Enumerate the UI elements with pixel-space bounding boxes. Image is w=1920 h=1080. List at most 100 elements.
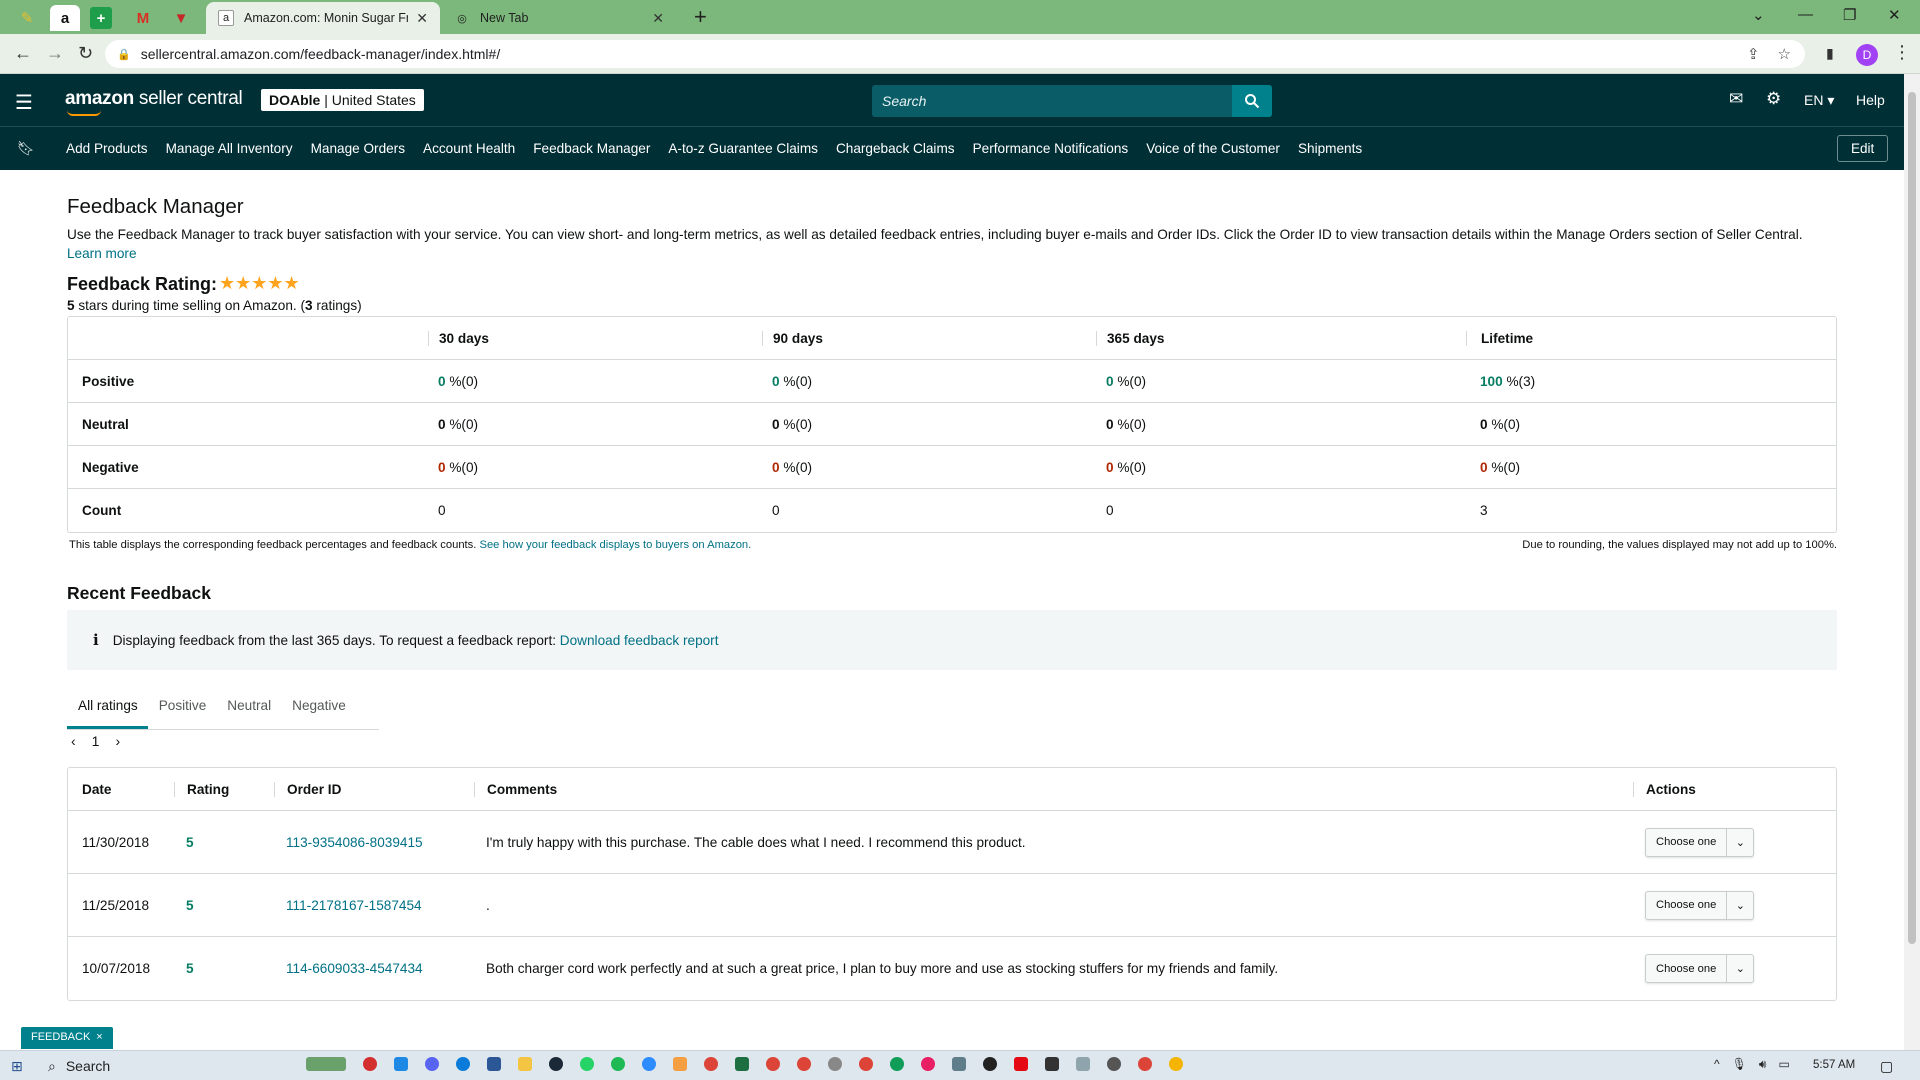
nav-shipments[interactable]: Shipments	[1298, 141, 1362, 156]
tray-expand-icon[interactable]: ^	[1714, 1057, 1720, 1072]
tab-negative[interactable]: Negative	[281, 686, 356, 729]
edge-icon[interactable]	[456, 1057, 470, 1071]
browser-menu-icon[interactable]: ⋮	[1893, 42, 1911, 63]
new-tab-button[interactable]: +	[694, 6, 707, 28]
nav-manage-orders[interactable]: Manage Orders	[311, 141, 405, 156]
nav-performance-notifications[interactable]: Performance Notifications	[973, 141, 1129, 156]
chrome-icon[interactable]	[1169, 1057, 1183, 1071]
whatsapp-icon[interactable]	[580, 1057, 594, 1071]
pinned-tab-amazon-icon[interactable]: a	[50, 5, 80, 31]
next-page-icon[interactable]: ›	[115, 733, 120, 749]
language-selector[interactable]: EN ▾	[1804, 92, 1834, 109]
col-date[interactable]: Date	[68, 782, 174, 797]
feedback-widget-button[interactable]: FEEDBACK ×	[21, 1027, 113, 1049]
taskbar-search[interactable]: ⌕ Search	[40, 1054, 294, 1078]
back-button[interactable]: ←	[14, 43, 32, 64]
battery-icon[interactable]: ▭	[1778, 1057, 1789, 1072]
nav-chargeback-claims[interactable]: Chargeback Claims	[836, 141, 955, 156]
pinned-tab-gmail-icon[interactable]: M	[128, 5, 158, 31]
col-order-id[interactable]: Order ID	[274, 781, 474, 797]
profile-avatar[interactable]: D	[1856, 44, 1878, 66]
feedback-display-link[interactable]: See how your feedback displays to buyers…	[479, 539, 751, 551]
notification-icon[interactable]: ▢	[1880, 1058, 1893, 1075]
prev-page-icon[interactable]: ‹	[71, 733, 76, 749]
page-scrollbar[interactable]	[1904, 74, 1920, 1050]
action-dropdown[interactable]: Choose one ⌄	[1645, 827, 1755, 857]
bookmark-star-icon[interactable]: ☆	[1778, 45, 1791, 63]
calculator-icon[interactable]	[952, 1057, 966, 1071]
search-input[interactable]: Search	[872, 85, 1232, 117]
tab-search-chevron-icon[interactable]: ⌄	[1752, 6, 1765, 24]
steam-icon[interactable]	[549, 1057, 563, 1071]
discord-icon[interactable]	[425, 1057, 439, 1071]
file-explorer-icon[interactable]	[518, 1057, 532, 1071]
close-tab-icon[interactable]: ✕	[416, 10, 428, 27]
windows-start-icon[interactable]: ⊞	[11, 1058, 23, 1075]
close-tab-icon[interactable]: ✕	[652, 10, 664, 27]
col-rating[interactable]: Rating	[174, 781, 274, 797]
volume-icon[interactable]: 🔊︎	[1759, 1057, 1767, 1072]
nav-feedback-manager[interactable]: Feedback Manager	[533, 141, 650, 156]
chrome-icon[interactable]	[766, 1057, 780, 1071]
action-dropdown[interactable]: Choose one ⌄	[1645, 954, 1755, 983]
tab-new-tab[interactable]: ◎ New Tab ✕	[442, 2, 676, 34]
reload-button[interactable]: ↻	[78, 43, 93, 64]
app-icon[interactable]	[1045, 1057, 1059, 1071]
mail-app-icon[interactable]	[394, 1057, 408, 1071]
app-icon[interactable]	[363, 1057, 377, 1071]
close-window-button[interactable]: ✕	[1888, 6, 1901, 24]
forward-button[interactable]: →	[46, 43, 64, 64]
search-bar[interactable]: Search	[872, 85, 1272, 117]
microphone-icon[interactable]: 🎙︎	[1732, 1057, 1747, 1072]
chrome-icon[interactable]	[704, 1057, 718, 1071]
restore-button[interactable]: ❐	[1843, 6, 1856, 24]
tab-amazon[interactable]: a Amazon.com: Monin Sugar Free ✕	[206, 2, 440, 34]
help-link[interactable]: Help	[1856, 92, 1885, 108]
nav-a-to-z-claims[interactable]: A-to-z Guarantee Claims	[668, 141, 818, 156]
tab-neutral[interactable]: Neutral	[216, 686, 281, 729]
notepad-icon[interactable]	[1076, 1057, 1090, 1071]
hamburger-menu-icon[interactable]: ☰	[15, 90, 33, 115]
close-icon[interactable]: ×	[96, 1031, 102, 1045]
gear-icon[interactable]: ⚙	[1766, 89, 1781, 109]
chrome-icon[interactable]	[1138, 1057, 1152, 1071]
tab-all-ratings[interactable]: All ratings	[67, 686, 148, 729]
side-panel-icon[interactable]: ▮	[1826, 45, 1834, 62]
order-id-link[interactable]: 111-2178167-1587454	[286, 898, 422, 913]
search-button[interactable]	[1232, 85, 1272, 117]
nav-manage-all-inventory[interactable]: Manage All Inventory	[166, 141, 293, 156]
pinned-tab-sheets-icon[interactable]: +	[90, 7, 112, 29]
store-switcher[interactable]: DOAble | United States	[261, 89, 424, 111]
scrollbar-thumb[interactable]	[1908, 92, 1916, 944]
current-page[interactable]: 1	[92, 733, 100, 749]
chrome-icon[interactable]	[797, 1057, 811, 1071]
tab-positive[interactable]: Positive	[148, 686, 217, 729]
download-report-link[interactable]: Download feedback report	[560, 633, 719, 648]
seller-central-logo[interactable]: amazon seller central	[65, 88, 243, 116]
chrome-icon[interactable]	[890, 1057, 904, 1071]
bookmark-icon[interactable]: 🔖︎	[17, 140, 35, 157]
edit-nav-button[interactable]: Edit	[1837, 135, 1889, 162]
settings-icon[interactable]	[1107, 1057, 1121, 1071]
share-icon[interactable]: ⇪	[1747, 45, 1760, 63]
learn-more-link[interactable]: Learn more	[67, 246, 137, 261]
zoom-icon[interactable]	[642, 1057, 656, 1071]
nav-voice-of-customer[interactable]: Voice of the Customer	[1146, 141, 1280, 156]
nav-add-products[interactable]: Add Products	[66, 141, 148, 156]
minimize-button[interactable]: —	[1798, 6, 1813, 23]
chrome-icon[interactable]	[859, 1057, 873, 1071]
telegram-icon[interactable]	[673, 1057, 687, 1071]
url-field[interactable]: 🔒 sellercentral.amazon.com/feedback-mana…	[105, 40, 1805, 68]
nav-account-health[interactable]: Account Health	[423, 141, 515, 156]
pinned-tab-vpn-icon[interactable]: ▼	[166, 5, 196, 31]
weather-widget-icon[interactable]	[306, 1057, 346, 1071]
spotify-icon[interactable]	[611, 1057, 625, 1071]
app-icon[interactable]	[921, 1057, 935, 1071]
order-id-link[interactable]: 114-6609033-4547434	[286, 961, 423, 976]
pinned-tab-icon-1[interactable]: ✎	[12, 5, 42, 31]
chrome-icon[interactable]	[828, 1057, 842, 1071]
mail-icon[interactable]: ✉	[1729, 89, 1743, 109]
taskbar-clock[interactable]: 5:57 AM	[1813, 1059, 1855, 1071]
store-icon[interactable]	[487, 1057, 501, 1071]
excel-icon[interactable]	[735, 1057, 749, 1071]
